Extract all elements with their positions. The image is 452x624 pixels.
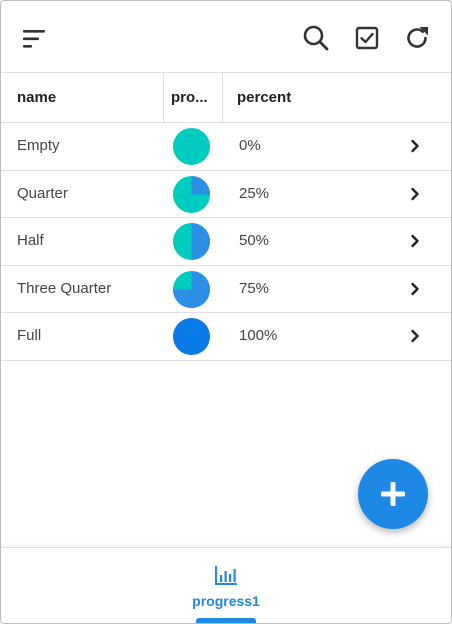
column-divider[interactable]	[222, 73, 223, 122]
table-body: Empty 0% Quarter 25% Half 50% Three Quarter 75%…	[1, 123, 451, 361]
row-percent: 100%	[239, 327, 278, 344]
column-divider[interactable]	[163, 73, 164, 122]
chevron-right-icon[interactable]	[407, 328, 423, 344]
row-percent: 75%	[239, 279, 270, 297]
checkbox-checked-icon[interactable]	[353, 24, 381, 52]
chevron-right-icon[interactable]	[407, 138, 423, 154]
table-row[interactable]: Half 50%	[1, 218, 451, 266]
row-percent: 0%	[239, 137, 261, 154]
progress-pie	[172, 222, 211, 261]
progress-table: name pro... percent Empty 0% Quarter 25% Hal…	[1, 73, 451, 361]
row-name: Three Quarter	[17, 279, 112, 297]
chevron-right-icon[interactable]	[407, 233, 423, 249]
row-name: Quarter	[17, 184, 68, 202]
chevron-right-icon[interactable]	[407, 281, 423, 297]
pie-filled-slice	[191, 222, 211, 261]
refresh-icon[interactable]	[403, 24, 431, 52]
table-header: name pro... percent	[1, 73, 451, 123]
active-tab-indicator	[196, 618, 256, 623]
top-toolbar	[1, 1, 451, 73]
table-row[interactable]: Three Quarter 75%	[1, 266, 451, 313]
add-button[interactable]	[358, 459, 428, 529]
row-name: Empty	[17, 137, 60, 154]
app-window: name pro... percent Empty 0% Quarter 25% Hal…	[0, 0, 452, 624]
progress-pie	[172, 270, 211, 309]
progress-pie	[172, 175, 211, 214]
tab-progress1[interactable]: progress1	[176, 548, 276, 623]
column-header-percent[interactable]: percent	[237, 73, 291, 122]
bottom-navigation: progress1	[1, 547, 451, 623]
column-header-progress[interactable]: pro...	[171, 73, 217, 122]
sort-menu-icon[interactable]	[21, 25, 49, 53]
bar-chart-icon	[214, 566, 238, 586]
pie-filled-slice	[191, 175, 211, 194]
tab-label: progress1	[192, 593, 260, 609]
chevron-right-icon[interactable]	[407, 186, 423, 202]
row-percent: 50%	[239, 232, 270, 249]
column-header-name[interactable]: name	[17, 73, 163, 122]
pie-remaining-slice	[172, 127, 211, 166]
table-row[interactable]: Empty 0%	[1, 123, 451, 171]
row-name: Half	[17, 232, 44, 249]
progress-pie	[172, 127, 211, 166]
pie-filled-slice	[172, 317, 211, 356]
plus-icon	[381, 482, 405, 506]
table-row[interactable]: Quarter 25%	[1, 171, 451, 218]
progress-pie	[172, 317, 211, 356]
row-name: Full	[17, 327, 42, 344]
table-row[interactable]: Full 100%	[1, 313, 451, 361]
row-percent: 25%	[239, 184, 270, 202]
search-icon[interactable]	[302, 24, 330, 52]
